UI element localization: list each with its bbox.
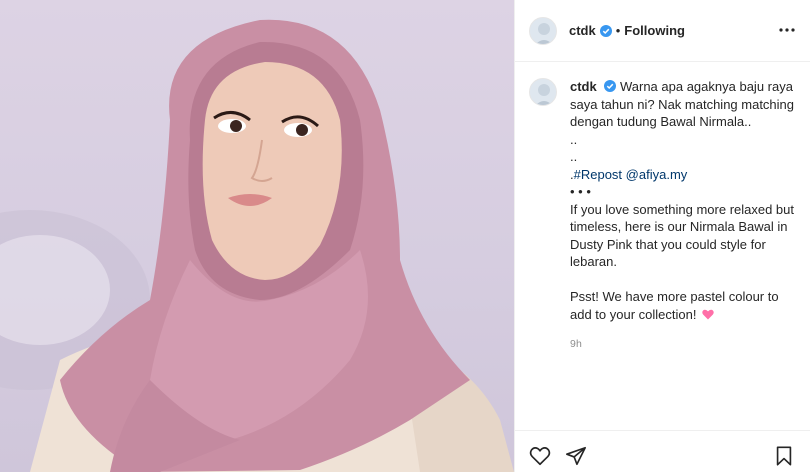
caption-line: timeless, here is our Nirmala Bawal in <box>570 219 788 234</box>
caption-line: saya tahun ni? Nak matching matching <box>570 96 795 112</box>
bookmark-icon[interactable] <box>773 445 795 467</box>
caption-line: Dusty Pink that you could style for <box>570 236 766 252</box>
author-username[interactable]: ctdk <box>569 23 596 38</box>
caption-line: Warna apa agaknya baju raya <box>619 79 793 94</box>
mention-link[interactable]: @afiya.my <box>626 167 688 182</box>
avatar-image <box>530 79 556 105</box>
post-header: ctdk • Following <box>515 0 810 62</box>
paper-plane-icon[interactable] <box>565 445 587 467</box>
caption-line: dengan tudung Bawal Nirmala.. <box>570 114 752 129</box>
caption-line: .#Repost @afiya.my <box>570 166 798 184</box>
caption-line: If you love something more relaxed but <box>570 201 795 217</box>
action-bar <box>515 430 810 472</box>
post-timestamp[interactable]: 9h <box>570 336 798 354</box>
pink-heart-emoji-icon <box>702 309 714 319</box>
following-button[interactable]: Following <box>624 23 685 38</box>
avatar-image <box>530 17 556 44</box>
post-photo[interactable] <box>0 0 514 472</box>
caption-line: Psst! We have more pastel colour to <box>570 289 779 304</box>
caption-username[interactable]: ctdk <box>570 79 597 94</box>
hashtag-link[interactable]: #Repost <box>574 167 622 182</box>
verified-badge-icon <box>604 80 617 92</box>
caption-avatar[interactable] <box>529 78 557 106</box>
caption-line: add to your collection! <box>570 306 798 324</box>
post-sidebar: ctdk • Following ctdk Warna apa agaknya … <box>514 0 810 472</box>
verified-badge-icon <box>599 24 612 37</box>
post-photo-illustration <box>0 19 514 472</box>
heart-icon[interactable] <box>529 445 551 467</box>
separator-dot: • <box>615 23 621 38</box>
caption-line: .. <box>570 131 578 147</box>
caption-line: lebaran. <box>570 254 617 269</box>
caption-line: • • • <box>570 184 591 199</box>
post-caption: ctdk Warna apa agaknya baju raya saya ta… <box>529 78 801 354</box>
author-avatar[interactable] <box>529 16 557 45</box>
instagram-post: ctdk • Following ctdk Warna apa agaknya … <box>0 0 810 472</box>
more-options-icon[interactable] <box>777 22 797 38</box>
caption-line <box>570 271 798 289</box>
caption-line-text: add to your collection! <box>570 306 697 322</box>
caption-line: ctdk Warna apa agaknya baju raya <box>570 78 798 96</box>
caption-line: .. <box>570 149 578 164</box>
caption-text: ctdk Warna apa agaknya baju raya saya ta… <box>570 78 798 354</box>
